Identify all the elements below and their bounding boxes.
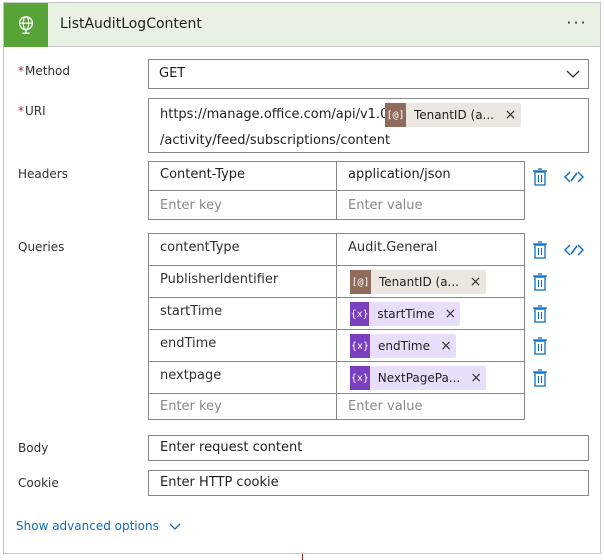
required-mark: *	[18, 104, 24, 118]
query-value-input[interactable]: Enter value	[348, 399, 423, 414]
query-key[interactable]: nextpage	[160, 368, 221, 383]
method-value: GET	[159, 66, 186, 81]
body-input[interactable]: Enter request content	[148, 435, 589, 461]
header-key[interactable]: Content-Type	[160, 167, 245, 182]
queries-table: contentType Audit.General PublisherIdent…	[148, 233, 525, 420]
variable-token-icon: {x}	[350, 302, 370, 326]
header-value-input[interactable]: Enter value	[348, 198, 423, 213]
action-header[interactable]: ListAuditLogContent ···	[4, 3, 600, 47]
required-mark: *	[18, 64, 24, 78]
action-title: ListAuditLogContent	[60, 16, 202, 32]
switch-to-text-mode-icon[interactable]	[564, 242, 584, 258]
queries-label: Queries	[18, 240, 65, 254]
headers-label: Headers	[18, 167, 68, 181]
delete-query-icon[interactable]	[531, 272, 549, 292]
delete-query-icon[interactable]	[531, 336, 549, 356]
header-value[interactable]: application/json	[348, 167, 451, 182]
remove-token-icon[interactable]: ×	[465, 274, 486, 290]
body-label: Body	[18, 441, 49, 455]
uri-text-suffix: /activity/feed/subscriptions/content	[160, 133, 391, 148]
header-key-input[interactable]: Enter key	[160, 198, 222, 213]
headers-table: Content-Type application/json Enter key …	[148, 161, 525, 220]
query-key[interactable]: startTime	[160, 304, 222, 319]
show-advanced-options-link[interactable]: Show advanced options	[16, 519, 181, 533]
action-card: ListAuditLogContent ··· *Method GET *URI…	[3, 2, 601, 554]
start-time-token[interactable]: {x} startTime ×	[350, 302, 460, 326]
more-options-button[interactable]: ···	[562, 13, 592, 35]
tenant-id-token[interactable]: [@] TenantID (a... ×	[385, 103, 521, 127]
flow-connector	[302, 554, 303, 560]
switch-to-text-mode-icon[interactable]	[564, 169, 584, 185]
remove-token-icon[interactable]: ×	[466, 370, 486, 386]
next-page-token[interactable]: {x} NextPagePa... ×	[350, 366, 486, 390]
end-time-token[interactable]: {x} endTime ×	[350, 334, 456, 358]
uri-input[interactable]: https://manage.office.com/api/v1.0/ [@] …	[148, 98, 589, 153]
uri-text-prefix: https://manage.office.com/api/v1.0/	[160, 107, 393, 122]
query-key-input[interactable]: Enter key	[160, 399, 222, 414]
remove-token-icon[interactable]: ×	[500, 107, 521, 123]
method-label: *Method	[18, 64, 71, 78]
variable-token-icon: {x}	[350, 334, 370, 358]
delete-header-icon[interactable]	[531, 167, 549, 187]
query-key[interactable]: PublisherIdentifier	[160, 272, 278, 287]
globe-icon	[4, 3, 48, 47]
query-value[interactable]: Audit.General	[348, 240, 437, 255]
tenant-id-token[interactable]: [@] TenantID (a... ×	[350, 270, 486, 294]
method-dropdown[interactable]: GET	[148, 59, 589, 89]
api-token-icon: [@]	[350, 270, 371, 294]
uri-label: *URI	[18, 104, 46, 118]
chevron-down-icon	[169, 523, 181, 530]
delete-query-icon[interactable]	[531, 368, 549, 388]
query-key[interactable]: contentType	[160, 240, 240, 255]
cookie-label: Cookie	[18, 476, 59, 490]
cookie-input[interactable]: Enter HTTP cookie	[148, 470, 589, 496]
query-key[interactable]: endTime	[160, 336, 216, 351]
remove-token-icon[interactable]: ×	[436, 338, 456, 354]
delete-query-icon[interactable]	[531, 240, 549, 260]
remove-token-icon[interactable]: ×	[441, 306, 460, 322]
body-placeholder: Enter request content	[160, 440, 303, 455]
cookie-placeholder: Enter HTTP cookie	[160, 475, 279, 490]
chevron-down-icon	[566, 70, 580, 78]
delete-query-icon[interactable]	[531, 304, 549, 324]
api-token-icon: [@]	[385, 103, 406, 127]
variable-token-icon: {x}	[350, 366, 370, 390]
